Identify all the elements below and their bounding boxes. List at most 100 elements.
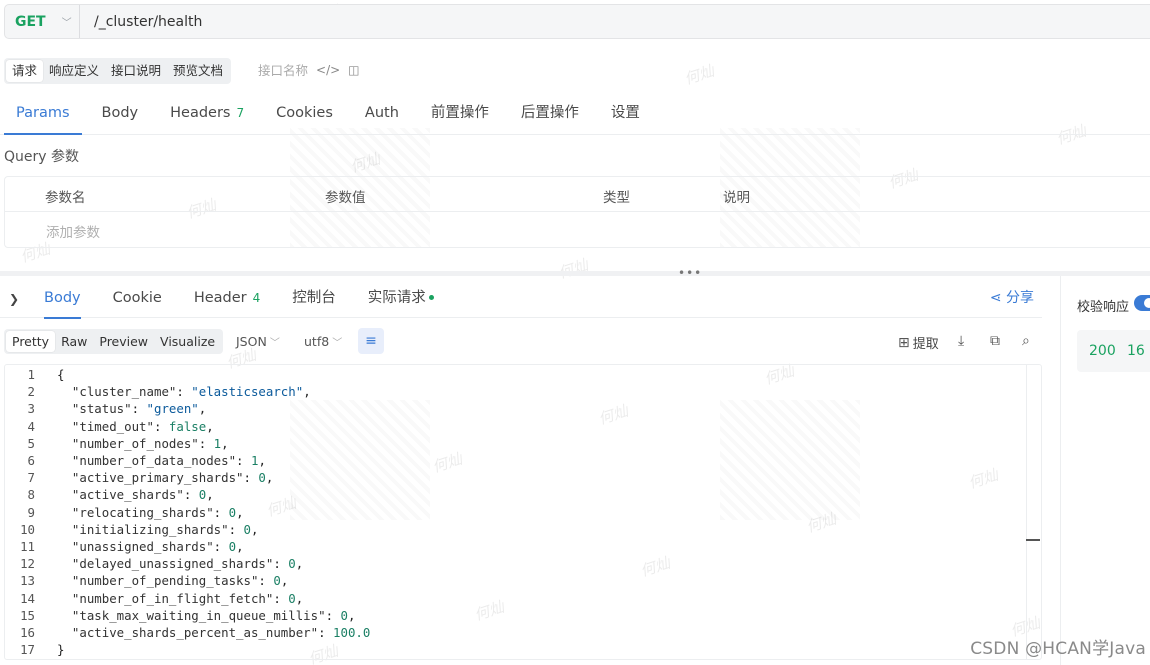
- method-label: GET: [15, 13, 46, 30]
- response-body-editor[interactable]: 1 {2 "cluster_name": "elasticsearch", 3 "s…: [4, 364, 1042, 660]
- query-params-title: Query 参数: [4, 149, 79, 165]
- scrollbar-track[interactable]: [1026, 364, 1027, 660]
- code-text: "active_primary_shards": 0,: [71, 470, 274, 486]
- code-text: "number_of_in_flight_fetch": 0,: [71, 590, 304, 606]
- headers-count-badge: 7: [236, 106, 245, 120]
- line-number: 2: [27, 384, 35, 400]
- tab-response-header[interactable]: Header 4: [178, 280, 276, 318]
- download-button[interactable]: ⤓: [958, 333, 964, 349]
- code-text: "delayed_unassigned_shards": 0,: [71, 556, 304, 572]
- panel-toggle-icon[interactable]: ◫: [348, 63, 359, 77]
- code-text: "number_of_data_nodes": 1,: [71, 453, 266, 468]
- tab-response-body[interactable]: Body: [28, 280, 97, 319]
- line-number: 4: [27, 418, 35, 434]
- encoding-select[interactable]: utf8 ﹀: [304, 334, 342, 349]
- response-header-count-badge: 4: [252, 290, 261, 305]
- code-text: "number_of_nodes": 1,: [71, 435, 229, 451]
- response-status-box: 200 16 m: [1077, 330, 1150, 372]
- code-icon[interactable]: </>: [316, 63, 340, 77]
- tab-response-definition[interactable]: 响应定义: [43, 60, 105, 82]
- code-text: "cluster_name": "elasticsearch",: [71, 384, 311, 400]
- line-number: 10: [20, 521, 35, 537]
- scrollbar-thumb[interactable]: [1026, 539, 1040, 541]
- line-number: 17: [20, 642, 35, 658]
- code-text: "initializing_shards": 0,: [71, 521, 259, 537]
- line-number: 14: [20, 590, 35, 606]
- tab-console[interactable]: 控制台: [276, 280, 352, 318]
- tab-preview[interactable]: Preview: [93, 331, 154, 352]
- tab-pre-operations[interactable]: 前置操作: [415, 96, 505, 134]
- api-name-area: 接口名称 </> ◫: [258, 60, 360, 79]
- search-button[interactable]: ⌕: [1022, 333, 1030, 349]
- tab-params[interactable]: Params: [0, 96, 86, 135]
- code-text: "relocating_shards": 0,: [71, 504, 244, 520]
- line-number: 13: [20, 573, 35, 589]
- line-number: 11: [20, 539, 35, 554]
- view-mode-tabs: Pretty Raw Preview Visualize: [4, 329, 224, 354]
- line-number: 3: [27, 401, 35, 417]
- code-text: {: [57, 367, 65, 382]
- tab-auth[interactable]: Auth: [349, 96, 415, 134]
- top-tabs: 请求 响应定义 接口说明 预览文档: [4, 58, 232, 84]
- tab-post-operations[interactable]: 后置操作: [505, 96, 595, 134]
- pane-splitter[interactable]: [0, 271, 1150, 276]
- line-number: 6: [27, 453, 35, 468]
- tab-request[interactable]: 请求: [6, 60, 44, 82]
- line-number: 7: [27, 470, 35, 486]
- tab-settings[interactable]: 设置: [595, 96, 656, 134]
- line-number: 8: [27, 487, 35, 503]
- response-tabs: ❯ Body Cookie Header 4 控制台 实际请求 ⋖ 分享: [0, 280, 1042, 319]
- copy-icon: ⧉: [990, 333, 1000, 349]
- status-dot: [428, 295, 434, 300]
- code-text: "number_of_pending_tasks": 0,: [71, 573, 289, 589]
- chevron-down-icon: ﹀: [61, 18, 72, 29]
- extract-icon: ⊞: [898, 334, 910, 351]
- line-number: 9: [27, 504, 35, 520]
- table-header: 参数名 参数值 类型 说明: [5, 177, 1150, 212]
- tab-body[interactable]: Body: [86, 96, 155, 134]
- tab-api-description[interactable]: 接口说明: [105, 60, 167, 82]
- line-number: 1: [27, 367, 35, 382]
- extract-label: 提取: [912, 337, 939, 352]
- tab-headers[interactable]: Headers 7: [154, 96, 260, 134]
- share-label: 分享: [1006, 290, 1034, 306]
- format-label: JSON: [236, 334, 267, 349]
- chevron-down-icon[interactable]: ❯: [0, 292, 28, 306]
- method-select[interactable]: GET ﹀: [5, 5, 80, 38]
- tab-raw[interactable]: Raw: [55, 331, 93, 352]
- verify-response-label: 校验响应: [1077, 300, 1130, 315]
- verify-response-toggle[interactable]: [1134, 295, 1150, 311]
- add-param-input[interactable]: 添加参数: [46, 221, 100, 241]
- code-text: "active_shards_percent_as_number": 100.0: [71, 625, 371, 640]
- param-tabs: Params Body Headers 7 Cookies Auth 前置操作 后…: [0, 96, 1150, 135]
- format-select[interactable]: JSON ﹀: [236, 334, 280, 349]
- tab-actual-request[interactable]: 实际请求: [352, 280, 450, 318]
- drag-handle-icon[interactable]: •••: [678, 266, 702, 280]
- line-number: 15: [20, 607, 35, 623]
- tab-response-cookie[interactable]: Cookie: [97, 280, 178, 318]
- copy-button[interactable]: ⧉: [990, 333, 1000, 349]
- csdn-watermark: CSDN @HCAN学Java: [970, 639, 1146, 659]
- search-icon: ⌕: [1022, 333, 1030, 349]
- tab-visualize[interactable]: Visualize: [154, 331, 221, 352]
- code-text: "task_max_waiting_in_queue_millis": 0,: [71, 607, 356, 623]
- code-text: }: [57, 642, 65, 658]
- code-text: "status": "green",: [71, 401, 207, 417]
- tab-preview-doc[interactable]: 预览文档: [167, 60, 229, 82]
- share-button[interactable]: ⋖ 分享: [990, 280, 1034, 316]
- column-param-value: 参数值: [325, 190, 366, 206]
- tab-actual-request-label: 实际请求: [367, 289, 426, 306]
- line-number: 12: [20, 556, 35, 572]
- extract-button[interactable]: ⊞ 提取: [898, 333, 939, 353]
- tab-pretty[interactable]: Pretty: [6, 331, 56, 352]
- column-description: 说明: [723, 190, 750, 206]
- response-time: 16 m: [1127, 343, 1150, 359]
- word-wrap-button[interactable]: ≡: [358, 328, 384, 354]
- url-input[interactable]: /_cluster/health: [80, 14, 202, 30]
- code-text: "timed_out": false,: [71, 418, 214, 434]
- api-name-input[interactable]: 接口名称: [258, 60, 308, 79]
- encoding-label: utf8: [304, 334, 330, 349]
- line-number: 5: [27, 435, 35, 451]
- watermark-text: 何灿: [682, 61, 717, 89]
- tab-cookies[interactable]: Cookies: [260, 96, 349, 134]
